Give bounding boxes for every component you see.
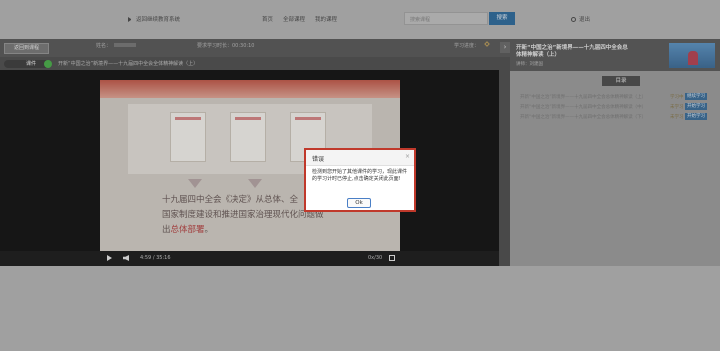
close-icon[interactable]: ×	[405, 153, 410, 160]
error-dialog: 错误 × 检测到您开始了其他课件的学习，现此课件的学习计时已停止,点击确定关闭此…	[304, 148, 416, 212]
dialog-header: 错误 ×	[306, 150, 414, 166]
dialog-title: 错误	[312, 156, 325, 163]
dialog-message: 检测到您开始了其他课件的学习，现此课件的学习计时已停止,点击确定关闭此页面!	[312, 169, 408, 182]
ok-button[interactable]: Ok	[347, 198, 371, 208]
